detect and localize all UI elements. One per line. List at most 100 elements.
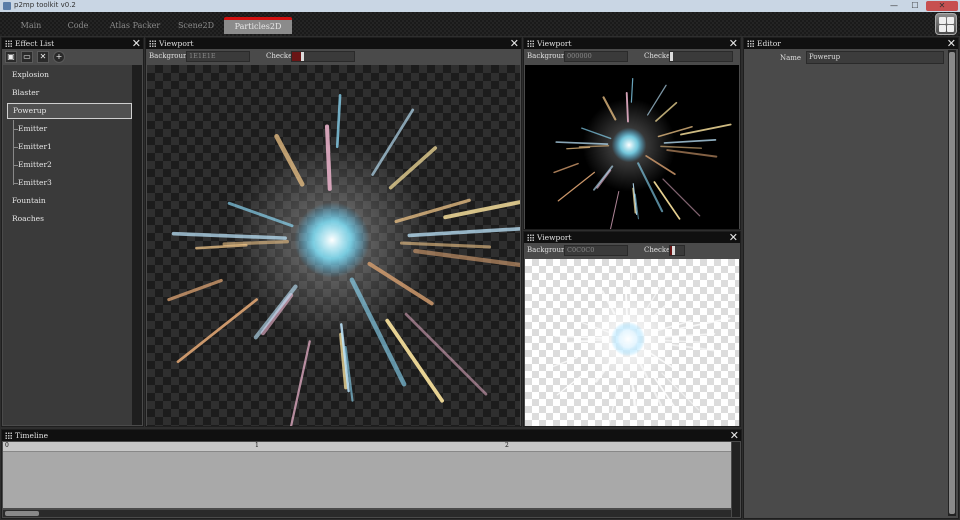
checker-handle[interactable] (672, 246, 675, 255)
particle-streak (577, 339, 609, 342)
maximize-button[interactable]: ☐ (905, 1, 925, 11)
particle-streak (624, 285, 628, 317)
particle-core (610, 321, 646, 357)
tab-particles2d[interactable]: Particles2D (224, 17, 292, 34)
particle-streak (680, 123, 732, 136)
checker-slider[interactable] (669, 245, 685, 256)
name-field[interactable]: Powerup (806, 51, 944, 64)
tab-main[interactable]: Main (8, 17, 54, 34)
tree-item-blaster[interactable]: Blaster (7, 85, 132, 101)
tree-item-emitter2[interactable]: Emitter2 (7, 157, 132, 173)
open-button[interactable]: ▭ (21, 51, 33, 63)
particle-streak (553, 162, 579, 174)
checker-handle[interactable] (670, 52, 673, 61)
window-close-button[interactable]: ✕ (926, 1, 958, 11)
folder-open-icon: ▭ (23, 52, 31, 61)
checker-fill (292, 52, 301, 61)
grid-icon-cell (947, 25, 954, 32)
viewport-main-toolbar: Background 1E1E1E Checker (146, 49, 521, 64)
tab-scene2d[interactable]: Scene2D (170, 17, 222, 34)
particle-streak (661, 372, 700, 411)
app-icon (3, 2, 11, 10)
particle-streak (652, 375, 680, 414)
window-title: p2mp toolkit v0.2 (14, 1, 76, 9)
particle-streak (324, 124, 332, 191)
add-button[interactable]: + (53, 51, 65, 63)
save-icon: ▣ (7, 52, 15, 61)
timeline-panel: Timeline ✕ 0 1 2 (1, 429, 742, 519)
close-icon[interactable]: ✕ (132, 38, 141, 49)
tree-item-emitter1[interactable]: Emitter1 (7, 139, 132, 155)
checker-slider[interactable] (669, 51, 733, 62)
tree-item-emitter[interactable]: Emitter (7, 121, 132, 137)
timeline-tick-label: 1 (255, 442, 259, 449)
add-icon: + (55, 52, 63, 61)
effect-list-header: Effect List ✕ (2, 38, 143, 49)
editor-scrollbar[interactable] (948, 50, 956, 516)
timeline-ruler[interactable]: 0 1 2 (3, 442, 731, 452)
grid-icon-cell (939, 25, 946, 32)
particle-streak (608, 385, 619, 426)
grip-icon[interactable] (527, 40, 534, 47)
grip-icon[interactable] (747, 40, 754, 47)
close-icon[interactable]: ✕ (510, 38, 519, 49)
editor-scroll-thumb[interactable] (949, 52, 955, 514)
main-tab-bar: Main Code Atlas Packer Scene2D Particles… (0, 12, 960, 36)
timeline-track-area[interactable] (3, 452, 731, 508)
tree-item-fountain[interactable]: Fountain (7, 193, 132, 209)
layout-grid-button[interactable] (935, 13, 957, 35)
viewport-white-toolbar: Background C0C0C0 Checker (524, 243, 740, 258)
timeline-horizontal-scrollbar[interactable] (3, 510, 731, 517)
editor-header: Editor ✕ (744, 38, 958, 49)
grip-icon[interactable] (5, 432, 12, 439)
particle-streak (552, 356, 578, 368)
close-icon[interactable]: ✕ (729, 232, 738, 243)
close-icon[interactable]: ✕ (730, 430, 739, 441)
viewport-black-toolbar: Background 000000 Checker (524, 49, 740, 64)
particle-core (611, 127, 647, 163)
viewport-title: Viewport (159, 39, 194, 48)
viewport-black-canvas[interactable] (525, 65, 739, 229)
particle-effect (167, 94, 520, 426)
tree-item-explosion[interactable]: Explosion (7, 67, 132, 83)
effect-tree: Explosion Blaster Powerup Emitter Emitte… (3, 65, 133, 425)
background-color-field[interactable]: 1E1E1E (186, 51, 250, 62)
checker-slider[interactable] (291, 51, 355, 62)
window-titlebar: p2mp toolkit v0.2 — ☐ ✕ (0, 0, 960, 12)
viewport-white-header: Viewport ✕ (524, 232, 740, 243)
particle-streak (679, 317, 731, 330)
viewport-main-canvas[interactable] (147, 65, 520, 426)
minimize-button[interactable]: — (884, 1, 904, 11)
delete-icon: ✕ (39, 52, 47, 61)
timeline-vertical-scrollbar[interactable] (732, 442, 740, 517)
close-icon[interactable]: ✕ (947, 38, 956, 49)
tree-item-emitter3[interactable]: Emitter3 (7, 175, 132, 191)
background-color-field[interactable]: 000000 (564, 51, 628, 62)
timeline-scroll-thumb[interactable] (5, 511, 39, 516)
viewport-white-panel: Viewport ✕ Background C0C0C0 Checker (523, 231, 741, 427)
effect-list-scrollbar[interactable] (132, 65, 142, 425)
tab-atlas-packer[interactable]: Atlas Packer (102, 17, 168, 34)
tree-item-powerup[interactable]: Powerup (7, 103, 132, 119)
timeline-title: Timeline (15, 431, 49, 440)
close-icon[interactable]: ✕ (729, 38, 738, 49)
particle-streak (289, 340, 311, 426)
particle-effect (553, 77, 732, 229)
background-color-field[interactable]: C0C0C0 (564, 245, 628, 256)
grid-icon (939, 17, 946, 24)
tree-item-roaches[interactable]: Roaches (7, 211, 132, 227)
save-button[interactable]: ▣ (5, 51, 17, 63)
grip-icon[interactable] (149, 40, 156, 47)
grid-icon-cell (947, 17, 954, 24)
delete-button[interactable]: ✕ (37, 51, 49, 63)
particle-streak (222, 240, 289, 246)
particle-streak (167, 278, 223, 302)
timeline-tick-label: 2 (505, 442, 509, 449)
viewport-white-canvas[interactable] (525, 259, 739, 426)
grip-icon[interactable] (5, 40, 12, 47)
particle-streak (625, 91, 629, 123)
particle-streak (653, 181, 681, 220)
checker-handle[interactable] (301, 52, 304, 61)
tab-code[interactable]: Code (56, 17, 100, 34)
grip-icon[interactable] (527, 234, 534, 241)
